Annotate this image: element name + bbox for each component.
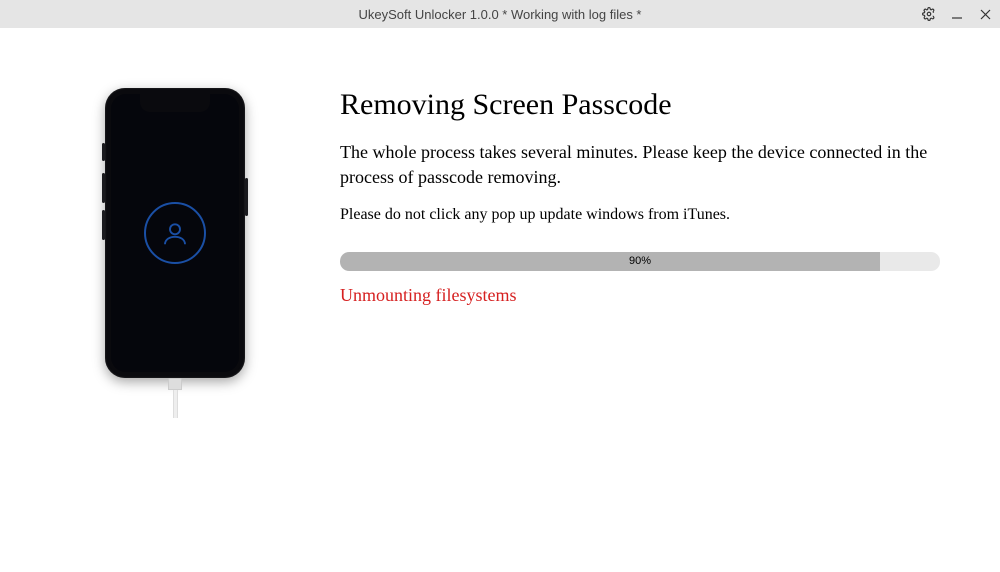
cable-icon (168, 378, 182, 416)
phone-screen (111, 94, 239, 372)
phone-button-left-3 (102, 210, 105, 240)
window-controls (922, 0, 992, 28)
user-avatar-icon (144, 202, 206, 264)
phone-illustration (105, 88, 245, 378)
description-text: The whole process takes several minutes.… (340, 140, 940, 190)
close-icon[interactable] (978, 7, 992, 21)
titlebar: UkeySoft Unlocker 1.0.0 * Working with l… (0, 0, 1000, 28)
main-column: Removing Screen Passcode The whole proce… (340, 88, 960, 378)
phone-button-left-2 (102, 173, 105, 203)
phone-button-left-1 (102, 143, 105, 161)
status-text: Unmounting filesystems (340, 285, 940, 306)
settings-icon[interactable] (922, 7, 936, 21)
window-title: UkeySoft Unlocker 1.0.0 * Working with l… (359, 7, 642, 22)
page-title: Removing Screen Passcode (340, 88, 940, 122)
phone-notch (140, 94, 210, 112)
phone-button-right (245, 178, 248, 216)
content-area: Removing Screen Passcode The whole proce… (0, 28, 1000, 378)
warning-text: Please do not click any pop up update wi… (340, 206, 940, 224)
device-column (40, 88, 310, 378)
progress-label: 90% (340, 255, 940, 267)
minimize-icon[interactable] (950, 7, 964, 21)
progress-bar-container: 90% (340, 252, 940, 271)
